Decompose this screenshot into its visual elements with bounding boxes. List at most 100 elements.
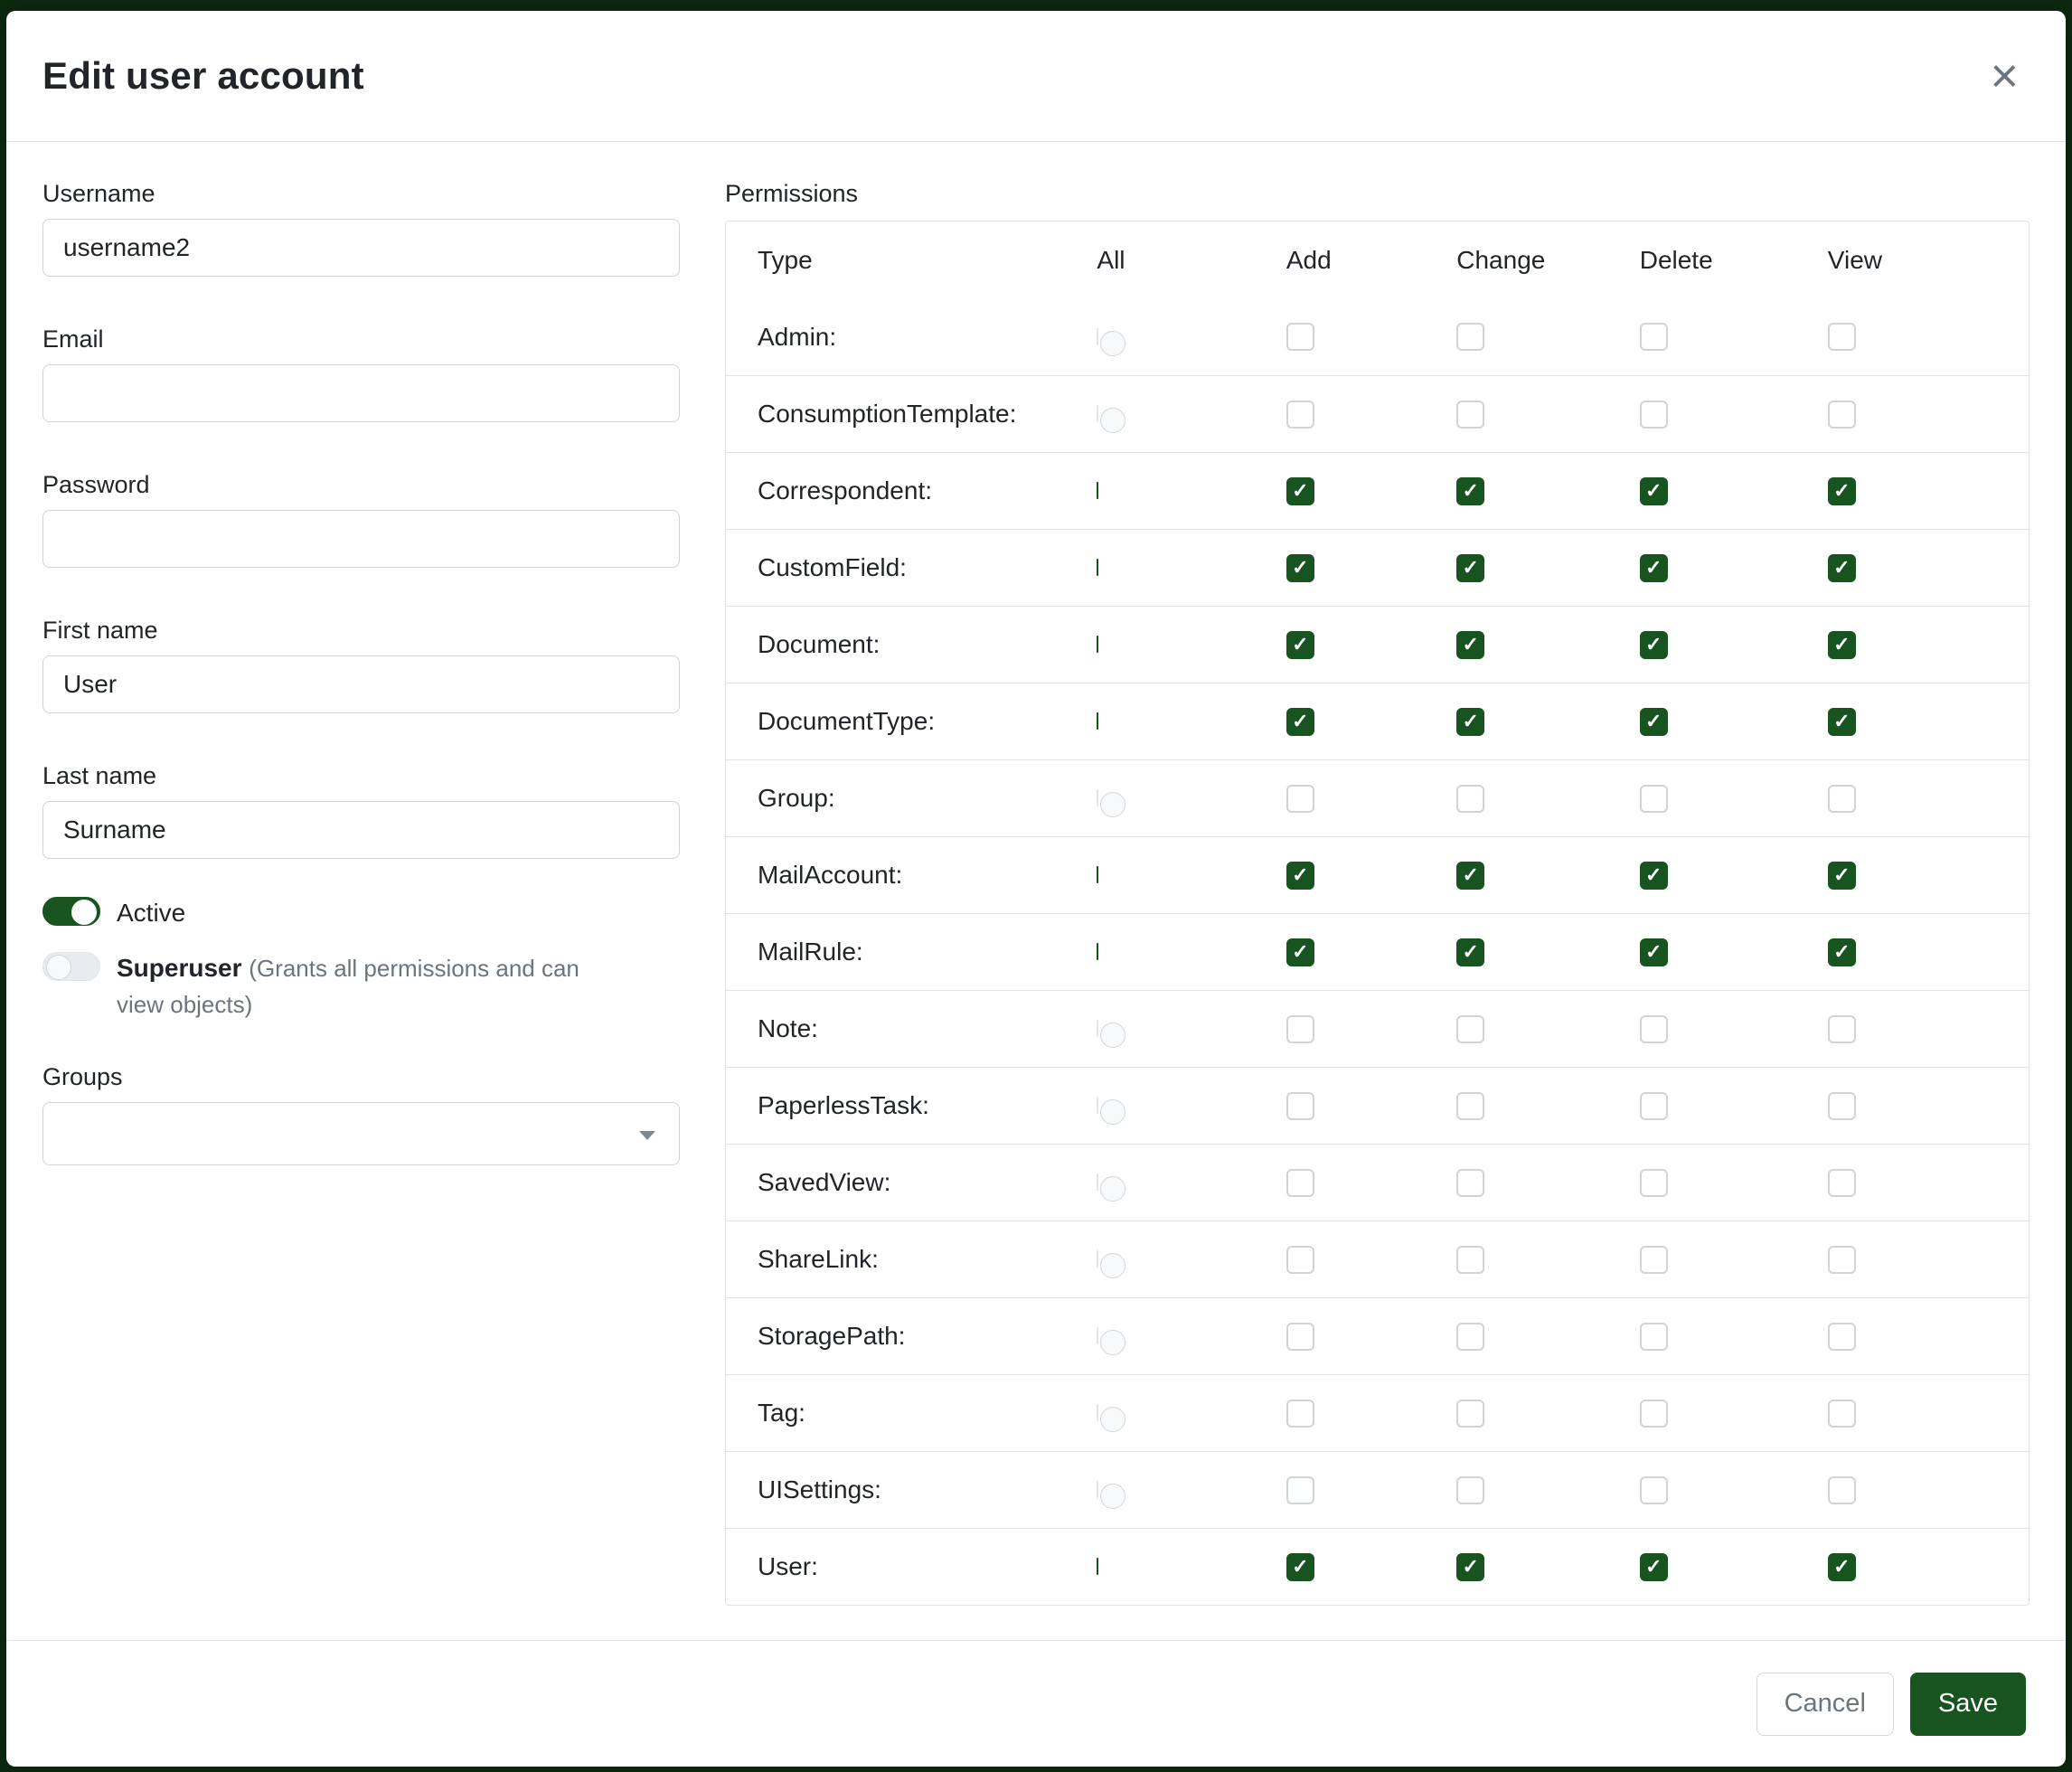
permission-change-checkbox[interactable] — [1456, 938, 1484, 966]
permission-all-toggle[interactable] — [1097, 559, 1098, 576]
permission-view-checkbox[interactable] — [1828, 631, 1856, 659]
permission-add-checkbox[interactable] — [1286, 1246, 1314, 1274]
close-icon[interactable]: × — [1983, 48, 2026, 104]
permission-view-checkbox[interactable] — [1828, 554, 1856, 582]
permission-delete-checkbox[interactable] — [1640, 1169, 1668, 1197]
permission-delete-checkbox[interactable] — [1640, 1092, 1668, 1120]
permission-change-checkbox[interactable] — [1456, 785, 1484, 813]
permission-view-checkbox[interactable] — [1828, 1169, 1856, 1197]
permission-all-toggle[interactable] — [1097, 328, 1098, 345]
permission-all-toggle[interactable] — [1097, 636, 1098, 653]
permission-delete-checkbox[interactable] — [1640, 862, 1668, 890]
cancel-button[interactable]: Cancel — [1756, 1673, 1894, 1736]
permission-all-toggle[interactable] — [1097, 1404, 1098, 1421]
permission-change-checkbox[interactable] — [1456, 1476, 1484, 1504]
save-button[interactable]: Save — [1910, 1673, 2026, 1736]
permission-add-checkbox[interactable] — [1286, 1476, 1314, 1504]
permission-view-checkbox[interactable] — [1828, 1092, 1856, 1120]
permission-add-checkbox[interactable] — [1286, 1553, 1314, 1581]
permission-add-checkbox[interactable] — [1286, 1323, 1314, 1351]
permission-view-checkbox[interactable] — [1828, 708, 1856, 736]
permission-all-toggle[interactable] — [1097, 1173, 1098, 1191]
permission-all-toggle[interactable] — [1097, 1327, 1098, 1344]
permission-view-checkbox[interactable] — [1828, 323, 1856, 351]
groups-field-group: Groups — [42, 1063, 680, 1165]
permission-add-checkbox[interactable] — [1286, 1400, 1314, 1428]
permission-add-checkbox[interactable] — [1286, 938, 1314, 966]
permission-all-toggle[interactable] — [1097, 1558, 1098, 1575]
last-name-input[interactable] — [42, 801, 680, 859]
permission-change-checkbox[interactable] — [1456, 323, 1484, 351]
permission-change-checkbox[interactable] — [1456, 1092, 1484, 1120]
permission-change-checkbox[interactable] — [1456, 862, 1484, 890]
permission-view-checkbox[interactable] — [1828, 862, 1856, 890]
permission-delete-checkbox[interactable] — [1640, 1246, 1668, 1274]
groups-select[interactable] — [42, 1102, 680, 1165]
permission-change-checkbox[interactable] — [1456, 1323, 1484, 1351]
permission-add-checkbox[interactable] — [1286, 1015, 1314, 1043]
permission-change-checkbox[interactable] — [1456, 477, 1484, 505]
superuser-label-text: Superuser — [117, 954, 242, 982]
permission-all-toggle[interactable] — [1097, 1250, 1098, 1268]
permission-view-checkbox[interactable] — [1828, 1323, 1856, 1351]
permission-add-checkbox[interactable] — [1286, 1092, 1314, 1120]
permission-change-checkbox[interactable] — [1456, 401, 1484, 429]
permission-delete-checkbox[interactable] — [1640, 1015, 1668, 1043]
permission-view-checkbox[interactable] — [1828, 477, 1856, 505]
permission-view-checkbox[interactable] — [1828, 401, 1856, 429]
permission-delete-checkbox[interactable] — [1640, 1476, 1668, 1504]
superuser-toggle[interactable] — [42, 952, 100, 981]
permission-view-checkbox[interactable] — [1828, 785, 1856, 813]
permission-view-checkbox[interactable] — [1828, 1476, 1856, 1504]
permission-all-toggle[interactable] — [1097, 712, 1098, 730]
email-field[interactable] — [42, 364, 680, 422]
permission-all-toggle[interactable] — [1097, 482, 1098, 499]
permission-all-toggle[interactable] — [1097, 789, 1098, 806]
permission-delete-checkbox[interactable] — [1640, 477, 1668, 505]
permission-add-checkbox[interactable] — [1286, 785, 1314, 813]
permission-delete-checkbox[interactable] — [1640, 554, 1668, 582]
permission-change-checkbox[interactable] — [1456, 1015, 1484, 1043]
permission-all-toggle[interactable] — [1097, 1020, 1098, 1037]
permission-change-checkbox[interactable] — [1456, 1553, 1484, 1581]
permission-view-checkbox[interactable] — [1828, 1553, 1856, 1581]
permission-view-checkbox[interactable] — [1828, 1246, 1856, 1274]
permission-view-checkbox[interactable] — [1828, 938, 1856, 966]
permission-all-toggle[interactable] — [1097, 866, 1098, 883]
permission-delete-checkbox[interactable] — [1640, 1553, 1668, 1581]
username-input[interactable] — [42, 219, 680, 277]
permission-add-checkbox[interactable] — [1286, 323, 1314, 351]
permission-all-toggle[interactable] — [1097, 405, 1098, 422]
permission-add-checkbox[interactable] — [1286, 862, 1314, 890]
first-name-input[interactable] — [42, 655, 680, 713]
permission-delete-checkbox[interactable] — [1640, 631, 1668, 659]
active-toggle[interactable] — [42, 897, 100, 926]
table-row: ShareLink: — [726, 1221, 2029, 1297]
permission-add-checkbox[interactable] — [1286, 401, 1314, 429]
permission-delete-checkbox[interactable] — [1640, 1400, 1668, 1428]
permission-delete-checkbox[interactable] — [1640, 1323, 1668, 1351]
permission-type-label: Tag: — [758, 1399, 1097, 1428]
permission-change-checkbox[interactable] — [1456, 554, 1484, 582]
permission-add-checkbox[interactable] — [1286, 1169, 1314, 1197]
permission-view-checkbox[interactable] — [1828, 1015, 1856, 1043]
permission-delete-checkbox[interactable] — [1640, 938, 1668, 966]
permission-change-checkbox[interactable] — [1456, 1246, 1484, 1274]
permission-change-checkbox[interactable] — [1456, 708, 1484, 736]
permission-all-toggle[interactable] — [1097, 943, 1098, 960]
password-field[interactable] — [42, 510, 680, 568]
permission-delete-checkbox[interactable] — [1640, 401, 1668, 429]
permission-add-checkbox[interactable] — [1286, 554, 1314, 582]
permission-change-checkbox[interactable] — [1456, 1169, 1484, 1197]
permission-add-checkbox[interactable] — [1286, 477, 1314, 505]
permission-add-checkbox[interactable] — [1286, 631, 1314, 659]
permission-view-checkbox[interactable] — [1828, 1400, 1856, 1428]
permission-change-checkbox[interactable] — [1456, 1400, 1484, 1428]
permission-add-checkbox[interactable] — [1286, 708, 1314, 736]
permission-delete-checkbox[interactable] — [1640, 323, 1668, 351]
permission-all-toggle[interactable] — [1097, 1481, 1098, 1498]
permission-change-checkbox[interactable] — [1456, 631, 1484, 659]
permission-delete-checkbox[interactable] — [1640, 785, 1668, 813]
permission-all-toggle[interactable] — [1097, 1097, 1098, 1114]
permission-delete-checkbox[interactable] — [1640, 708, 1668, 736]
